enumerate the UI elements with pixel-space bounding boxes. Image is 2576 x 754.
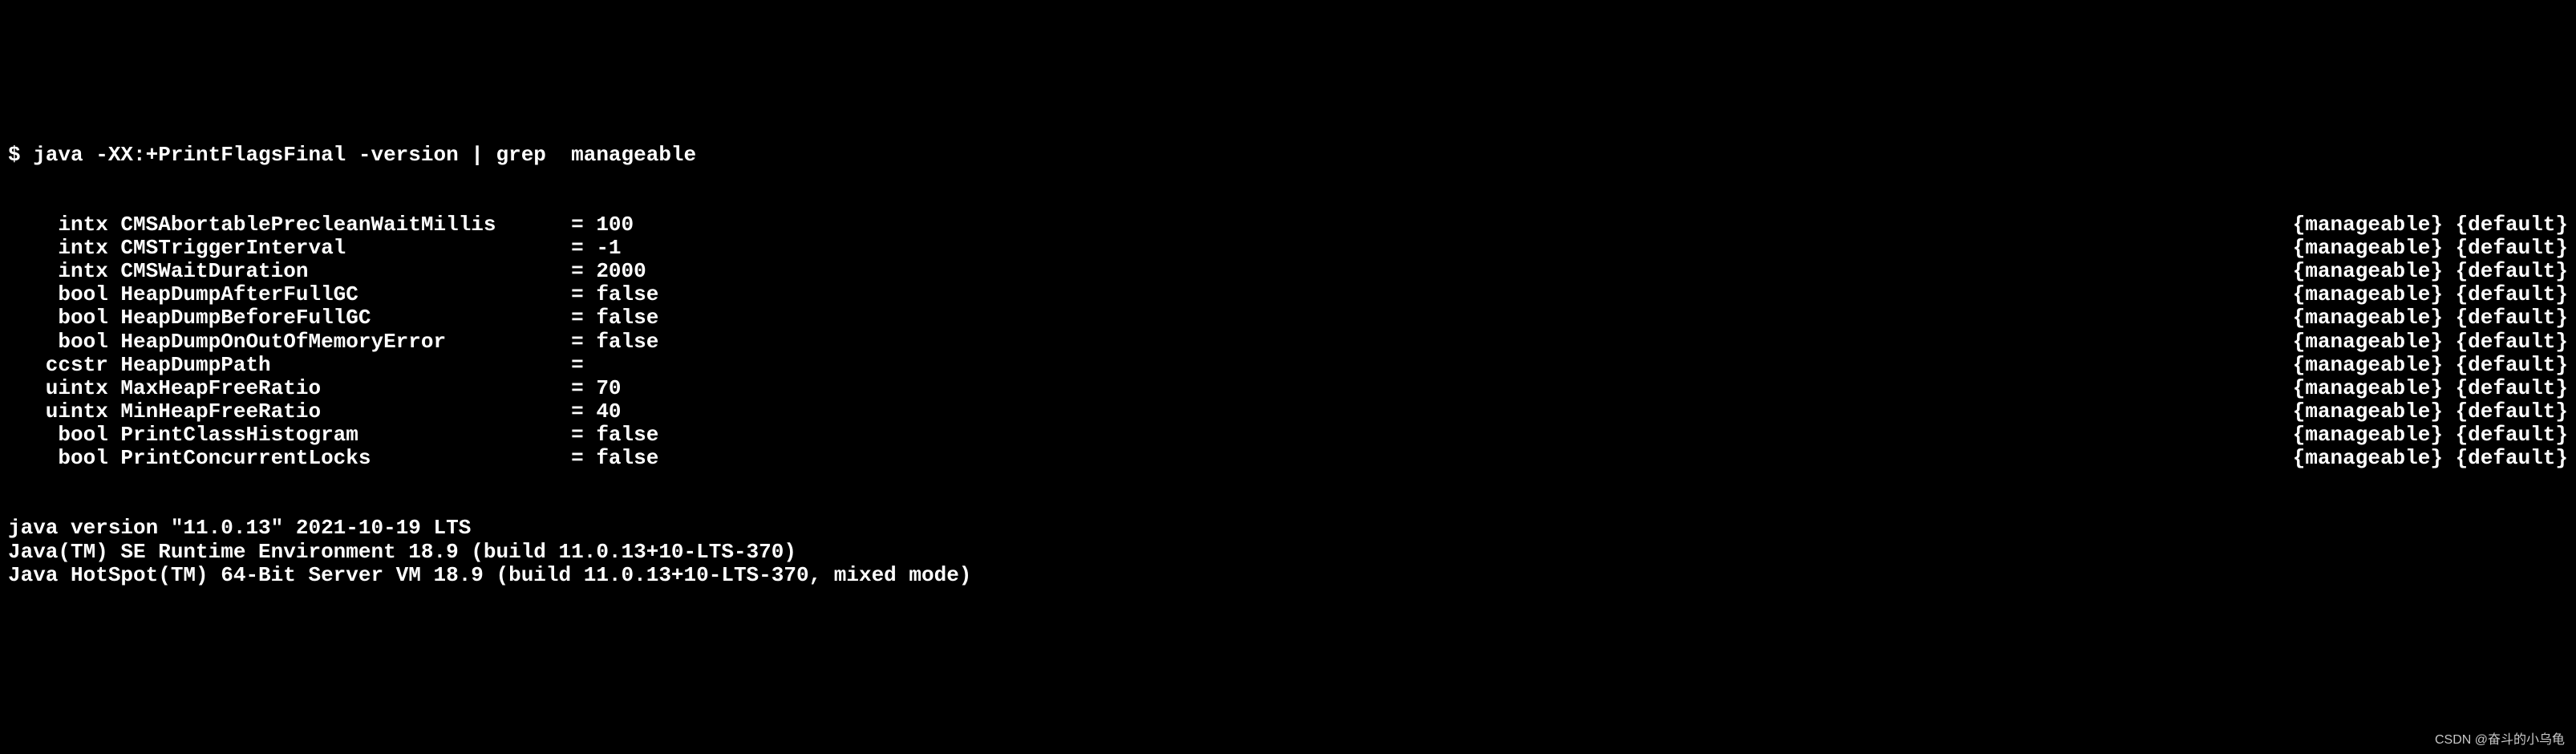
- flag-category: {manageable} {default}: [2293, 283, 2568, 306]
- flag-definition: bool HeapDumpBeforeFullGC = false: [8, 306, 658, 330]
- flag-row: bool PrintConcurrentLocks = false {manage…: [8, 447, 2568, 470]
- flag-category: {manageable} {default}: [2293, 260, 2568, 283]
- flag-row: bool HeapDumpAfterFullGC = false {managea…: [8, 283, 2568, 306]
- version-line: Java(TM) SE Runtime Environment 18.9 (bu…: [8, 541, 2568, 564]
- terminal-output: $ java -XX:+PrintFlagsFinal -version | g…: [8, 96, 2568, 610]
- flag-row: ccstr HeapDumpPath = {manageable} {defau…: [8, 354, 2568, 377]
- flag-definition: uintx MinHeapFreeRatio = 40: [8, 400, 622, 424]
- flag-definition: bool PrintConcurrentLocks = false: [8, 447, 658, 470]
- flag-row: intx CMSAbortablePrecleanWaitMillis = 10…: [8, 213, 2568, 237]
- flag-category: {manageable} {default}: [2293, 354, 2568, 377]
- flag-category: {manageable} {default}: [2293, 400, 2568, 424]
- flag-definition: bool HeapDumpOnOutOfMemoryError = false: [8, 330, 658, 354]
- flag-row: bool PrintClassHistogram = false {managea…: [8, 424, 2568, 447]
- flag-definition: ccstr HeapDumpPath =: [8, 354, 596, 377]
- flag-category: {manageable} {default}: [2293, 424, 2568, 447]
- flag-definition: uintx MaxHeapFreeRatio = 70: [8, 377, 622, 400]
- flag-definition: intx CMSWaitDuration = 2000: [8, 260, 646, 283]
- command-line: $ java -XX:+PrintFlagsFinal -version | g…: [8, 144, 2568, 167]
- version-block: java version "11.0.13" 2021-10-19 LTSJav…: [8, 517, 2568, 586]
- flag-list: intx CMSAbortablePrecleanWaitMillis = 10…: [8, 213, 2568, 470]
- version-line: Java HotSpot(TM) 64-Bit Server VM 18.9 (…: [8, 564, 2568, 587]
- flag-category: {manageable} {default}: [2293, 306, 2568, 330]
- watermark: CSDN @奋斗的小乌龟: [2435, 733, 2565, 748]
- flag-row: intx CMSWaitDuration = 2000 {manageable} …: [8, 260, 2568, 283]
- flag-row: bool HeapDumpBeforeFullGC = false {manage…: [8, 306, 2568, 330]
- flag-definition: bool HeapDumpAfterFullGC = false: [8, 283, 658, 306]
- version-line: java version "11.0.13" 2021-10-19 LTS: [8, 517, 2568, 540]
- flag-definition: intx CMSAbortablePrecleanWaitMillis = 10…: [8, 213, 634, 237]
- flag-row: bool HeapDumpOnOutOfMemoryError = false {…: [8, 330, 2568, 354]
- flag-row: uintx MaxHeapFreeRatio = 70 {manageable} …: [8, 377, 2568, 400]
- flag-category: {manageable} {default}: [2293, 330, 2568, 354]
- flag-category: {manageable} {default}: [2293, 377, 2568, 400]
- flag-category: {manageable} {default}: [2293, 213, 2568, 237]
- flag-definition: bool PrintClassHistogram = false: [8, 424, 658, 447]
- flag-category: {manageable} {default}: [2293, 447, 2568, 470]
- flag-category: {manageable} {default}: [2293, 237, 2568, 260]
- flag-definition: intx CMSTriggerInterval = -1: [8, 237, 622, 260]
- flag-row: uintx MinHeapFreeRatio = 40 {manageable} …: [8, 400, 2568, 424]
- flag-row: intx CMSTriggerInterval = -1 {manageable}…: [8, 237, 2568, 260]
